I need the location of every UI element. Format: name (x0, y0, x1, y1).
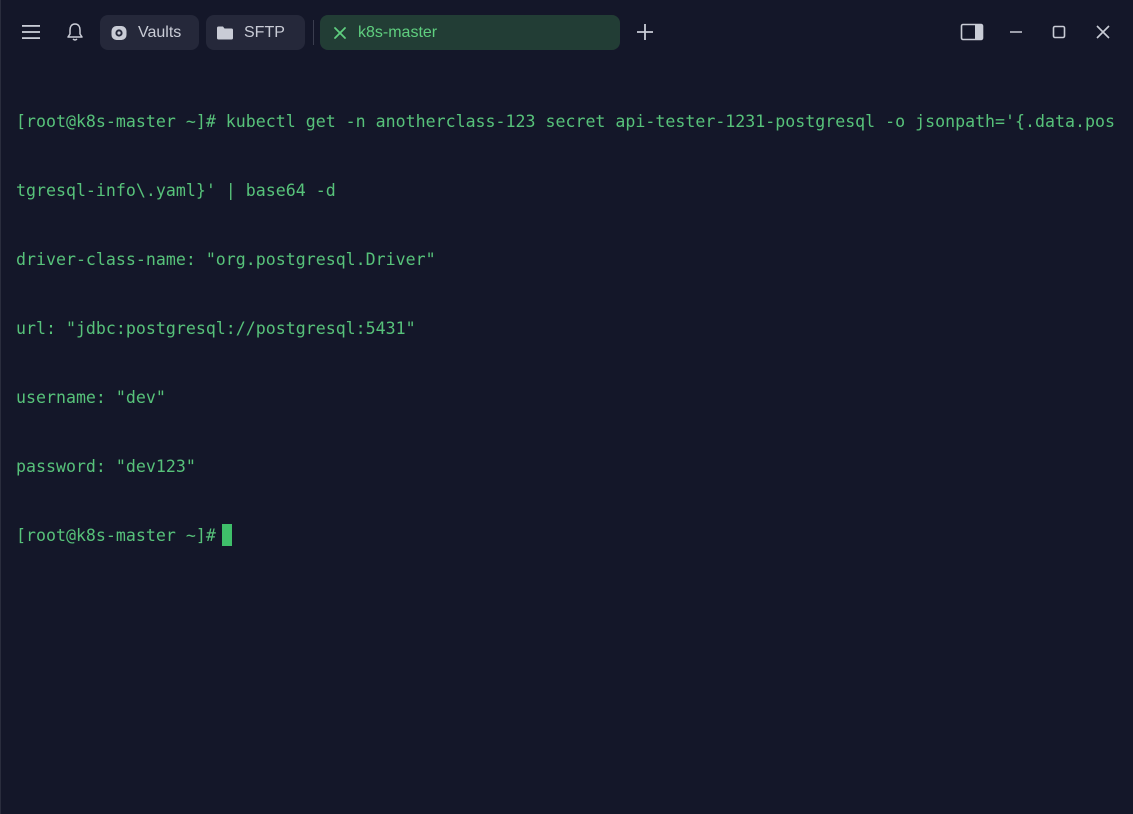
close-icon[interactable] (1086, 15, 1120, 49)
tab-label: SFTP (244, 23, 285, 41)
terminal-prompt-line[interactable]: [root@k8s-master ~]# (16, 524, 1121, 547)
close-x-icon[interactable] (330, 23, 350, 43)
terminal-line: password: "dev123" (16, 457, 196, 476)
window-left-border (0, 0, 1, 814)
tab-label: Vaults (138, 23, 182, 41)
terminal-line: driver-class-name: "org.postgresql.Drive… (16, 250, 436, 269)
bell-icon[interactable] (58, 15, 92, 49)
folder-icon (215, 23, 235, 43)
tab-bar: Vaults SFTP k8s-master (0, 0, 1133, 64)
toggle-sidebar-icon[interactable] (955, 15, 989, 49)
hamburger-menu-icon[interactable] (14, 15, 48, 49)
terminal-line: [root@k8s-master ~]# kubectl get -n anot… (16, 112, 1115, 131)
terminal-line: url: "jdbc:postgresql://postgresql:5431" (16, 319, 416, 338)
maximize-icon[interactable] (1042, 15, 1076, 49)
tab-vaults[interactable]: Vaults (100, 15, 199, 50)
terminal-cursor (221, 524, 232, 546)
terminal-app-window: Vaults SFTP k8s-master [root@k8s-master … (0, 0, 1133, 814)
tab-label: k8s-master (358, 23, 438, 41)
terminal-output[interactable]: [root@k8s-master ~]# kubectl get -n anot… (16, 64, 1121, 593)
plus-icon[interactable] (628, 15, 662, 49)
tab-k8s-master[interactable]: k8s-master (320, 15, 620, 50)
terminal-line: tgresql-info\.yaml}' | base64 -d (16, 181, 336, 200)
vault-icon (109, 23, 129, 43)
minimize-icon[interactable] (999, 15, 1033, 49)
tab-divider (313, 20, 314, 45)
terminal-line: username: "dev" (16, 388, 166, 407)
shell-prompt: [root@k8s-master ~]# (16, 526, 216, 545)
tab-sftp[interactable]: SFTP (206, 15, 305, 50)
